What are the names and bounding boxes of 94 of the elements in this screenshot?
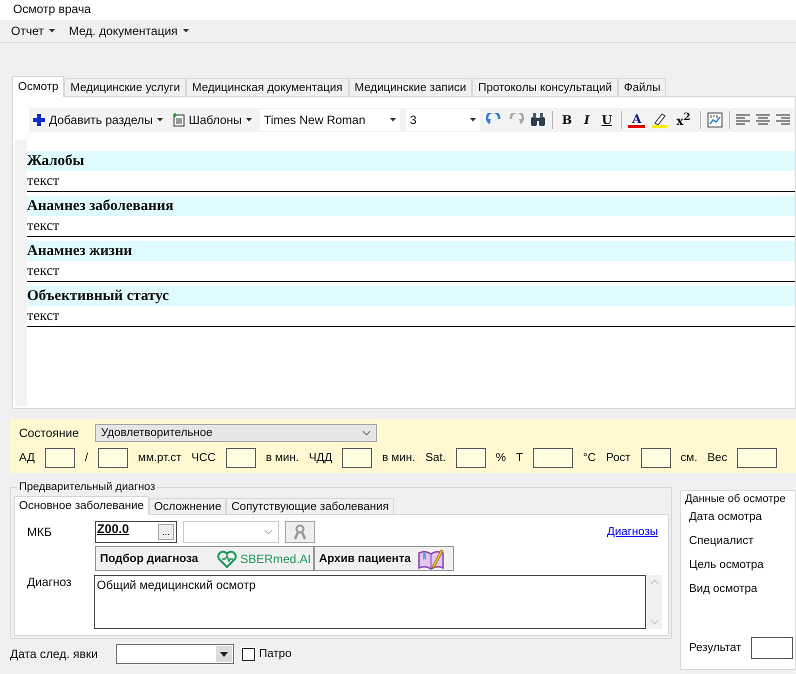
result-field[interactable] xyxy=(751,637,794,659)
window-title: Осмотр врача xyxy=(13,2,91,16)
book-pencil-icon xyxy=(416,548,445,570)
vital-label: АД xyxy=(19,452,35,464)
diagnosis-field[interactable]: Общий медицинский осмотр xyxy=(94,575,646,629)
state-dropdown[interactable]: Удовлетворительное xyxy=(95,424,377,442)
document-icon xyxy=(172,113,185,127)
patro-label: Патро xyxy=(259,648,292,660)
tab[interactable]: Сопутствующие заболевания xyxy=(226,498,394,514)
tab[interactable]: Осложнение xyxy=(148,498,226,514)
vital-field[interactable] xyxy=(226,448,256,468)
caret-icon xyxy=(156,118,163,122)
italic-button[interactable]: I xyxy=(580,113,593,127)
vital-field[interactable] xyxy=(640,448,671,468)
vital-label: мм.рт.ст xyxy=(138,452,182,464)
undo-icon[interactable] xyxy=(486,113,502,127)
vital-label: Вес xyxy=(707,452,728,464)
patro-checkbox[interactable] xyxy=(242,648,255,660)
field-label: Вид осмотра xyxy=(689,583,758,597)
font-size-dropdown[interactable]: 3 xyxy=(406,109,480,131)
align-center-icon[interactable] xyxy=(756,114,770,126)
vital-label: см. xyxy=(680,452,698,464)
next-visit-label: Дата след. явки xyxy=(10,647,99,661)
add-sections-button[interactable]: Добавить разделы xyxy=(31,113,165,127)
mkb-code-field[interactable]: Z00.0 ... xyxy=(95,521,177,543)
underline-button[interactable]: U xyxy=(598,113,616,127)
section-text: текст xyxy=(27,306,795,327)
browse-button[interactable]: ... xyxy=(158,524,174,540)
vital-label: Т xyxy=(516,452,524,464)
tab[interactable]: Протоколы консультаций xyxy=(472,78,618,96)
templates-button[interactable]: Шаблоны xyxy=(170,113,254,127)
vital-field[interactable] xyxy=(533,448,574,468)
vital-label: °C xyxy=(583,452,596,464)
caret-icon xyxy=(470,118,476,122)
vital-label: в мин. xyxy=(266,452,299,464)
sber-logo: SBERmed.AI xyxy=(216,550,313,568)
plus-icon xyxy=(33,114,45,126)
field-label: Дата осмотра xyxy=(689,511,763,525)
vital-field[interactable] xyxy=(737,448,778,468)
ribbon-icon xyxy=(294,524,306,540)
tab[interactable]: Медицинские услуги xyxy=(64,78,186,96)
section-text: текст xyxy=(27,261,795,282)
pick-diagnosis-button[interactable]: Подбор диагноза SBERmed.AI xyxy=(95,546,314,571)
group-title: Предварительный диагноз xyxy=(17,481,158,493)
next-visit-date-picker[interactable] xyxy=(116,644,234,664)
menu-item[interactable]: Мед. документация xyxy=(66,24,192,38)
menu-item[interactable]: Отчет xyxy=(8,24,58,38)
vital-label: Sat. xyxy=(425,452,446,464)
vital-label: / xyxy=(84,452,88,464)
tab[interactable]: Основное заболевание xyxy=(14,496,149,515)
mkb-label: МКБ xyxy=(26,525,53,539)
section-heading: Объективный статус xyxy=(27,286,795,306)
field-label: Специалист xyxy=(689,535,754,549)
caret-icon xyxy=(390,118,396,122)
font-color-button[interactable]: A xyxy=(628,112,646,128)
diagnosis-label: Диагноз xyxy=(26,575,73,589)
field-label: Цель осмотра xyxy=(689,559,765,573)
diagnoses-link[interactable]: Диагнозы xyxy=(607,526,658,538)
tab[interactable]: Файлы xyxy=(618,78,666,96)
vital-field[interactable] xyxy=(98,448,128,468)
vital-label: ЧСС xyxy=(191,452,216,464)
align-left-icon[interactable] xyxy=(736,114,750,126)
superscript-button[interactable]: x$^{2}$ xyxy=(673,112,694,128)
panel-title: Данные об осмотре xyxy=(685,493,787,505)
caret-icon xyxy=(48,29,55,33)
chevron-icon xyxy=(362,430,371,436)
tab[interactable]: Медицинские записи xyxy=(348,78,472,96)
vital-field[interactable] xyxy=(44,448,75,468)
caret-icon xyxy=(182,29,189,33)
vital-label: в мин. xyxy=(382,452,416,464)
patient-archive-button[interactable]: Архив пациента xyxy=(314,546,454,571)
section-heading: Жалобы xyxy=(27,151,795,171)
binoculars-icon[interactable] xyxy=(530,113,546,127)
tab[interactable]: Осмотр xyxy=(12,76,64,97)
highlighter-icon[interactable] xyxy=(651,112,668,128)
result-label: Результат xyxy=(689,642,742,654)
align-right-icon[interactable] xyxy=(776,114,790,126)
chevron-icon xyxy=(264,529,273,535)
vital-field[interactable] xyxy=(456,448,486,468)
vital-label: Рост xyxy=(606,452,631,464)
chart-icon[interactable] xyxy=(706,112,722,128)
font-dropdown[interactable]: Times New Roman xyxy=(260,109,400,131)
section-text: текст xyxy=(27,216,795,237)
state-label: Состояние xyxy=(19,426,80,440)
vital-field[interactable] xyxy=(342,448,372,468)
bold-button[interactable]: B xyxy=(558,113,575,127)
caret-icon xyxy=(246,118,252,122)
vital-label: ЧДД xyxy=(308,452,332,464)
section-heading: Анамнез жизни xyxy=(27,241,795,261)
section-text: текст xyxy=(27,171,795,192)
section-heading: Анамнез заболевания xyxy=(27,196,795,216)
caret-icon xyxy=(220,652,228,656)
vital-label: % xyxy=(496,452,506,464)
tab[interactable]: Медицинская документация xyxy=(186,78,349,96)
